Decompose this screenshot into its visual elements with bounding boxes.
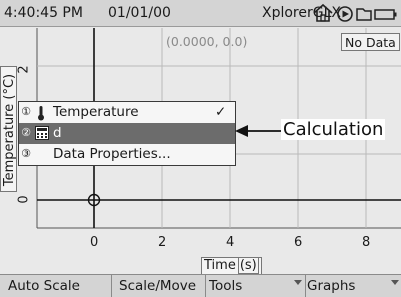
clock-time: 4:40:45 PM xyxy=(4,5,83,21)
divider xyxy=(305,275,306,297)
tools-menu-button[interactable]: Tools xyxy=(209,277,242,296)
x-tick-label: 8 xyxy=(362,235,371,250)
check-icon: ✓ xyxy=(215,104,227,120)
folder-icon[interactable] xyxy=(356,8,372,21)
annotation-label: Calculation xyxy=(281,119,386,140)
graphs-menu-button[interactable]: Graphs xyxy=(307,277,355,296)
menu-item-calculation[interactable]: ② d xyxy=(19,123,235,144)
auto-scale-button[interactable]: Auto Scale xyxy=(8,277,80,296)
battery-icon xyxy=(374,9,397,20)
x-tick-label: 6 xyxy=(294,235,303,250)
no-data-label: No Data xyxy=(341,33,400,51)
y-tick-label: 2 xyxy=(16,65,32,74)
home-icon[interactable] xyxy=(313,3,333,22)
bottom-menu-bar: Auto Scale Scale/Move Tools Graphs xyxy=(0,274,401,297)
scale-move-button[interactable]: Scale/Move xyxy=(119,277,196,296)
thermometer-icon xyxy=(38,106,44,121)
y-axis-label: Temperature (°C) xyxy=(2,73,17,187)
divider xyxy=(111,275,112,297)
clock-date: 01/01/00 xyxy=(108,5,171,21)
status-icons xyxy=(313,3,397,22)
status-bar: 4:40:45 PM 01/01/00 XplorerGLX xyxy=(0,0,401,27)
chevron-down-icon xyxy=(294,280,302,285)
glx-screen: 4:40:45 PM 01/01/00 XplorerGLX (0.0000, … xyxy=(0,0,401,297)
y-tick-label: 0 xyxy=(16,195,32,204)
annotation-arrow-icon xyxy=(235,125,281,137)
menu-item-label: d xyxy=(53,125,62,141)
menu-item-number: ② xyxy=(21,126,31,139)
play-icon[interactable] xyxy=(337,6,353,22)
menu-item-label: Data Properties... xyxy=(53,146,171,162)
cursor-readout: (0.0000, 0.0) xyxy=(166,34,248,49)
menu-item-number: ① xyxy=(21,105,31,118)
menu-item-label: Temperature xyxy=(53,104,139,120)
x-tick-label: 0 xyxy=(90,235,99,250)
x-axis-label: Time xyxy=(204,258,236,273)
calculator-icon xyxy=(35,126,49,140)
divider xyxy=(205,275,206,297)
x-tick-label: 2 xyxy=(158,235,167,250)
x-tick-label: 4 xyxy=(226,235,235,250)
menu-item-temperature[interactable]: ① Temperature ✓ xyxy=(19,102,235,123)
y-axis-label-button[interactable]: Temperature (°C) xyxy=(0,66,17,192)
chevron-down-icon xyxy=(391,280,399,285)
x-axis-unit[interactable]: (s) xyxy=(237,257,259,274)
y-axis-measurement-menu: ① Temperature ✓ ② d ③ Data Properties... xyxy=(18,101,236,166)
menu-item-number: ③ xyxy=(21,147,31,160)
menu-item-data-properties[interactable]: ③ Data Properties... xyxy=(19,144,235,165)
x-axis-label-button[interactable]: Time (s) xyxy=(201,257,262,275)
